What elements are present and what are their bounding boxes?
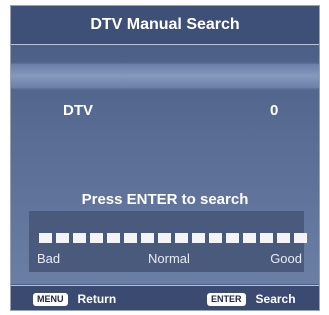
signal-bad-label: Bad — [37, 251, 61, 266]
tv-osd-screen: DTV Manual Search DTV 0 Press ENTER to s… — [10, 5, 320, 311]
signal-segment — [209, 233, 222, 243]
signal-segments — [39, 233, 307, 243]
signal-segment — [141, 233, 154, 243]
signal-segment — [192, 233, 205, 243]
enter-key-badge: ENTER — [207, 292, 246, 306]
search-hint[interactable]: ENTER Search — [207, 292, 296, 306]
signal-good-label: Good — [270, 251, 302, 266]
return-hint[interactable]: MENU Return — [33, 292, 116, 306]
signal-segment — [158, 233, 171, 243]
content-area: DTV 0 Press ENTER to search Bad Normal G… — [11, 46, 319, 284]
signal-segment — [260, 233, 273, 243]
signal-segment — [226, 233, 239, 243]
signal-normal-label: Normal — [148, 251, 190, 266]
header-divider — [11, 44, 319, 45]
page-title: DTV Manual Search — [90, 16, 240, 33]
signal-segment — [294, 233, 307, 243]
signal-segment — [175, 233, 188, 243]
signal-segment — [277, 233, 290, 243]
menu-key-badge: MENU — [33, 292, 68, 306]
signal-segment — [124, 233, 137, 243]
selection-highlight-bar[interactable] — [11, 64, 319, 88]
channel-number-value[interactable]: 0 — [270, 102, 278, 119]
footer-bar: MENU Return ENTER Search — [11, 286, 319, 310]
signal-segment — [73, 233, 86, 243]
return-label: Return — [77, 292, 117, 306]
signal-segment — [243, 233, 256, 243]
search-label: Search — [255, 292, 296, 306]
signal-segment — [90, 233, 103, 243]
signal-segment — [107, 233, 120, 243]
search-prompt: Press ENTER to search — [81, 191, 249, 208]
signal-quality-meter: Bad Normal Good — [29, 211, 307, 272]
signal-segment — [56, 233, 69, 243]
channel-type-label: DTV — [63, 102, 93, 119]
signal-segment — [39, 233, 52, 243]
header: DTV Manual Search — [11, 6, 319, 44]
